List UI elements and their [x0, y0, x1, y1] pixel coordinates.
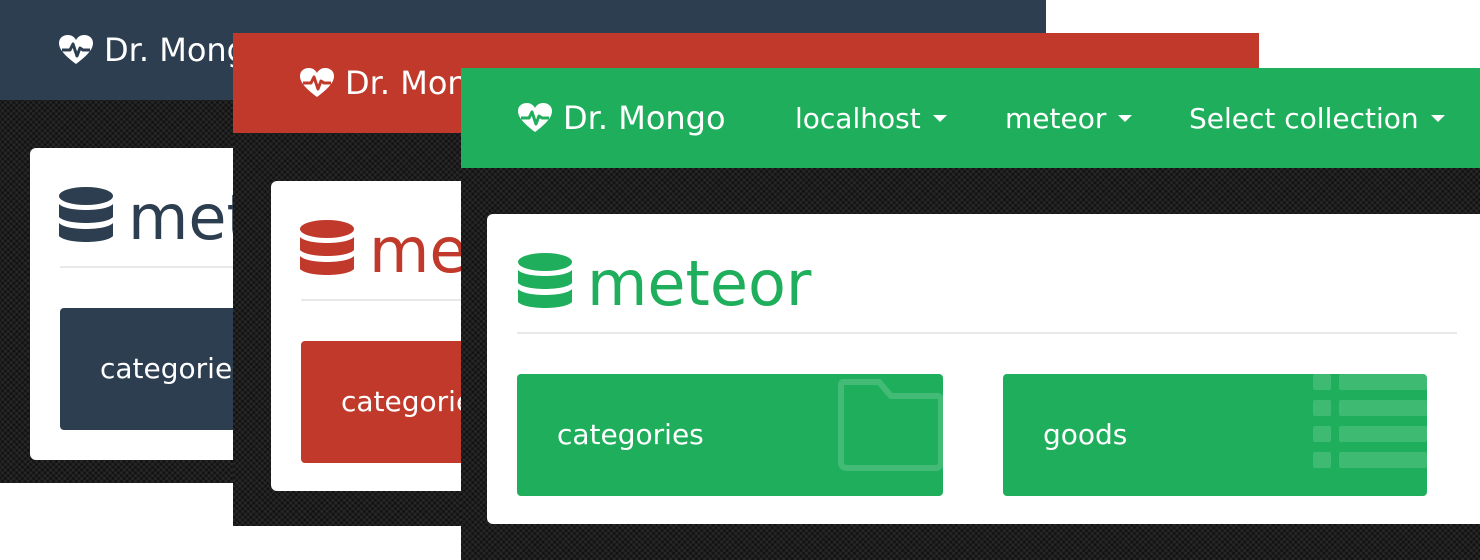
- heartbeat-icon: [59, 35, 93, 64]
- server-dropdown[interactable]: localhost: [795, 68, 947, 168]
- collection-tile-goods[interactable]: goods: [1003, 374, 1427, 496]
- database-icon: [59, 187, 113, 242]
- collection-select-label: Select collection: [1189, 101, 1419, 135]
- heartbeat-icon: [518, 103, 552, 132]
- database-panel: meteor categories: [487, 214, 1480, 524]
- list-icon: [1313, 374, 1427, 468]
- collection-label: categories: [100, 352, 247, 385]
- collection-label: goods: [1043, 418, 1128, 451]
- server-label: localhost: [795, 101, 921, 135]
- caret-down-icon: [1430, 114, 1445, 122]
- caret-down-icon: [932, 114, 947, 122]
- folder-icon: [838, 379, 943, 471]
- collection-dropdown[interactable]: Select collection: [1189, 68, 1445, 168]
- database-dropdown[interactable]: meteor: [1005, 68, 1133, 168]
- window-green-theme: Dr. Mongo localhost meteor Select collec…: [461, 68, 1480, 560]
- collection-tile-categories[interactable]: categories: [517, 374, 943, 496]
- database-label: meteor: [1005, 101, 1107, 135]
- collection-label: categories: [557, 418, 704, 451]
- caret-down-icon: [1118, 114, 1133, 122]
- heartbeat-icon: [300, 68, 334, 97]
- brand-link[interactable]: Dr. Mongo: [517, 68, 726, 168]
- navbar: Dr. Mongo localhost meteor Select collec…: [461, 68, 1480, 168]
- database-icon: [300, 220, 354, 275]
- divider: [517, 332, 1457, 334]
- brand-name: Dr. Mongo: [563, 99, 726, 137]
- database-icon: [518, 253, 572, 308]
- database-name: meteor: [587, 246, 812, 320]
- database-title: meteor: [517, 246, 812, 320]
